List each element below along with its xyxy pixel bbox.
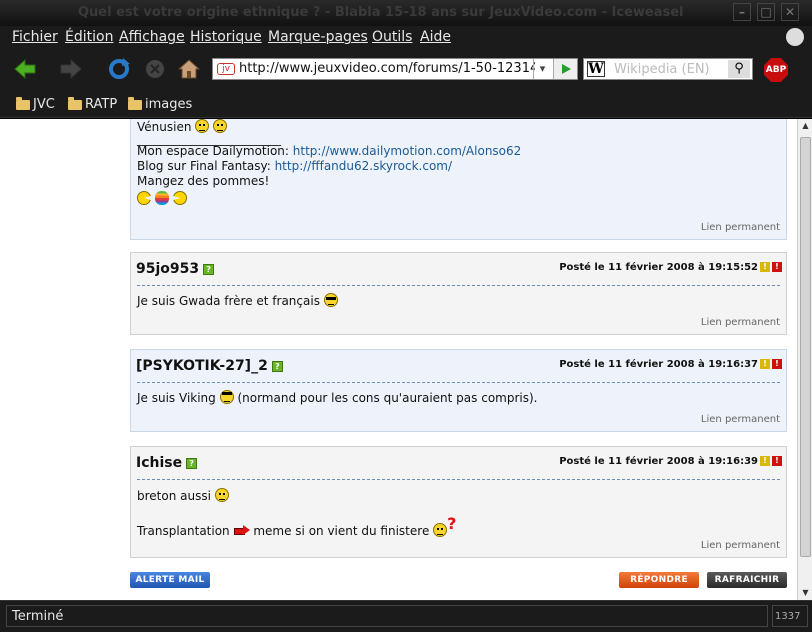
profile-icon[interactable]: ? bbox=[271, 361, 283, 372]
forum-post: 95jo953? Posté le 11 février 2008 à 19:1… bbox=[130, 252, 787, 335]
profile-icon[interactable]: ? bbox=[203, 264, 215, 275]
bookmark-label: JVC bbox=[33, 97, 55, 112]
activity-gear-icon bbox=[786, 28, 804, 46]
maximize-button[interactable]: □ bbox=[757, 3, 775, 21]
menu-aide[interactable]: Aide bbox=[420, 29, 451, 45]
forward-arrow-icon[interactable] bbox=[58, 57, 84, 81]
pacman-icon bbox=[137, 191, 151, 205]
refresh-button[interactable]: RAFRAICHIR bbox=[707, 572, 787, 588]
status-bar: Terminé 1337 bbox=[0, 600, 812, 632]
smiley-icon bbox=[213, 119, 228, 133]
window-titlebar: Quel est votre origine ethnique ? - Blab… bbox=[0, 0, 812, 26]
scroll-down-icon[interactable]: ▼ bbox=[798, 586, 812, 600]
puzzled-smiley-icon bbox=[433, 523, 448, 537]
bookmark-ratp[interactable]: RATP bbox=[68, 96, 118, 112]
url-text[interactable]: http://www.jeuxvideo.com/forums/1-50-123… bbox=[239, 61, 535, 76]
url-bar[interactable]: jv http://www.jeuxvideo.com/forums/1-50-… bbox=[212, 58, 578, 80]
permalink[interactable]: Lien permanent bbox=[701, 317, 780, 328]
close-window-button[interactable]: ✕ bbox=[781, 3, 799, 21]
go-button[interactable] bbox=[553, 59, 577, 79]
reload-icon[interactable] bbox=[106, 57, 132, 81]
post-author[interactable]: [PSYKOTIK-27]_2? bbox=[136, 358, 283, 374]
bookmark-label: RATP bbox=[85, 97, 118, 112]
smiley-icon bbox=[214, 488, 229, 502]
url-dropdown-chevron-icon[interactable]: ▾ bbox=[533, 59, 551, 79]
scroll-up-icon[interactable]: ▲ bbox=[798, 119, 812, 133]
page-content: Vénusien ________________________ Mon es… bbox=[0, 119, 797, 600]
post-separator bbox=[137, 479, 780, 480]
search-input[interactable]: Wikipedia (EN) bbox=[614, 62, 710, 77]
question-mark-icon: ? bbox=[447, 514, 457, 533]
forum-post: [PSYKOTIK-27]_2? Posté le 11 février 200… bbox=[130, 349, 787, 432]
menu-marque-pages[interactable]: Marque-pages bbox=[268, 29, 368, 45]
menu-edition[interactable]: Édition bbox=[65, 29, 113, 45]
site-favicon: jv bbox=[217, 63, 235, 75]
stop-icon[interactable] bbox=[142, 57, 168, 81]
apple-icon bbox=[154, 191, 169, 205]
post-body: Vénusien ________________________ Mon es… bbox=[137, 119, 780, 207]
pacman-icon bbox=[173, 191, 187, 205]
search-icon[interactable]: ⚲ bbox=[728, 60, 750, 78]
signature-rule: ________________________ bbox=[137, 132, 281, 146]
folder-icon bbox=[128, 96, 142, 110]
folder-icon bbox=[16, 96, 30, 110]
viking-smiley-icon bbox=[219, 390, 234, 404]
post-body: Je suis Viking (normand pour les cons qu… bbox=[137, 390, 538, 405]
smiley-icon bbox=[195, 119, 210, 133]
post-separator bbox=[137, 382, 780, 383]
dailymotion-link[interactable]: http://www.dailymotion.com/Alonso62 bbox=[293, 144, 522, 158]
post-date: Posté le 11 février 2008 à 19:16:39 bbox=[559, 456, 758, 467]
warning-icon[interactable]: ! bbox=[760, 262, 770, 272]
menu-outils[interactable]: Outils bbox=[372, 29, 412, 45]
post-author[interactable]: 95jo953? bbox=[136, 261, 215, 277]
permalink[interactable]: Lien permanent bbox=[701, 414, 780, 425]
menu-historique[interactable]: Historique bbox=[190, 29, 262, 45]
menu-fichier[interactable]: Fichier bbox=[12, 29, 58, 45]
skyrock-link[interactable]: http://fffandu62.skyrock.com/ bbox=[275, 159, 452, 173]
warning-icon[interactable]: ! bbox=[760, 359, 770, 369]
menu-affichage[interactable]: Affichage bbox=[119, 29, 185, 45]
bookmark-images[interactable]: images bbox=[128, 96, 193, 112]
scrollbar-thumb[interactable] bbox=[800, 137, 811, 557]
warning-icon[interactable]: ! bbox=[760, 456, 770, 466]
bookmarks-bar: JVC RATP images bbox=[0, 88, 812, 118]
status-counter: 1337 bbox=[772, 605, 808, 627]
folder-icon bbox=[68, 96, 82, 110]
post-body: Je suis Gwada frère et français bbox=[137, 293, 780, 309]
post-date: Posté le 11 février 2008 à 19:16:37 bbox=[559, 359, 758, 370]
home-icon[interactable] bbox=[176, 57, 202, 81]
vertical-scrollbar[interactable]: ▲ ▼ bbox=[797, 119, 812, 600]
post-date: Posté le 11 février 2008 à 19:15:52 bbox=[559, 262, 758, 273]
delete-icon[interactable]: ! bbox=[772, 359, 782, 369]
delete-icon[interactable]: ! bbox=[772, 456, 782, 466]
permalink[interactable]: Lien permanent bbox=[701, 222, 780, 233]
window-title: Quel est votre origine ethnique ? - Blab… bbox=[78, 5, 684, 20]
delete-icon[interactable]: ! bbox=[772, 262, 782, 272]
forum-post: Vénusien ________________________ Mon es… bbox=[130, 119, 787, 240]
cool-smiley-icon bbox=[323, 293, 338, 307]
bookmark-jvc[interactable]: JVC bbox=[16, 96, 55, 112]
bookmark-label: images bbox=[145, 97, 193, 112]
forum-post: Ichise? Posté le 11 février 2008 à 19:16… bbox=[130, 446, 787, 558]
wikipedia-icon[interactable]: W bbox=[587, 61, 605, 77]
post-body: breton aussi Transplantation meme si on … bbox=[137, 488, 457, 538]
back-arrow-icon[interactable] bbox=[12, 57, 38, 81]
menu-bar: Fichier Édition Affichage Historique Mar… bbox=[0, 26, 812, 50]
post-separator bbox=[137, 285, 780, 286]
red-arrow-icon bbox=[233, 525, 250, 535]
search-box[interactable]: W Wikipedia (EN) ⚲ bbox=[583, 58, 753, 80]
post-author[interactable]: Ichise? bbox=[136, 455, 198, 471]
reply-button[interactable]: RÉPONDRE bbox=[619, 572, 699, 588]
alert-mail-button[interactable]: ALERTE MAIL bbox=[130, 572, 210, 588]
status-text: Terminé bbox=[6, 605, 768, 627]
permalink[interactable]: Lien permanent bbox=[701, 540, 780, 551]
minimize-button[interactable]: – bbox=[733, 3, 751, 21]
profile-icon[interactable]: ? bbox=[186, 458, 198, 469]
